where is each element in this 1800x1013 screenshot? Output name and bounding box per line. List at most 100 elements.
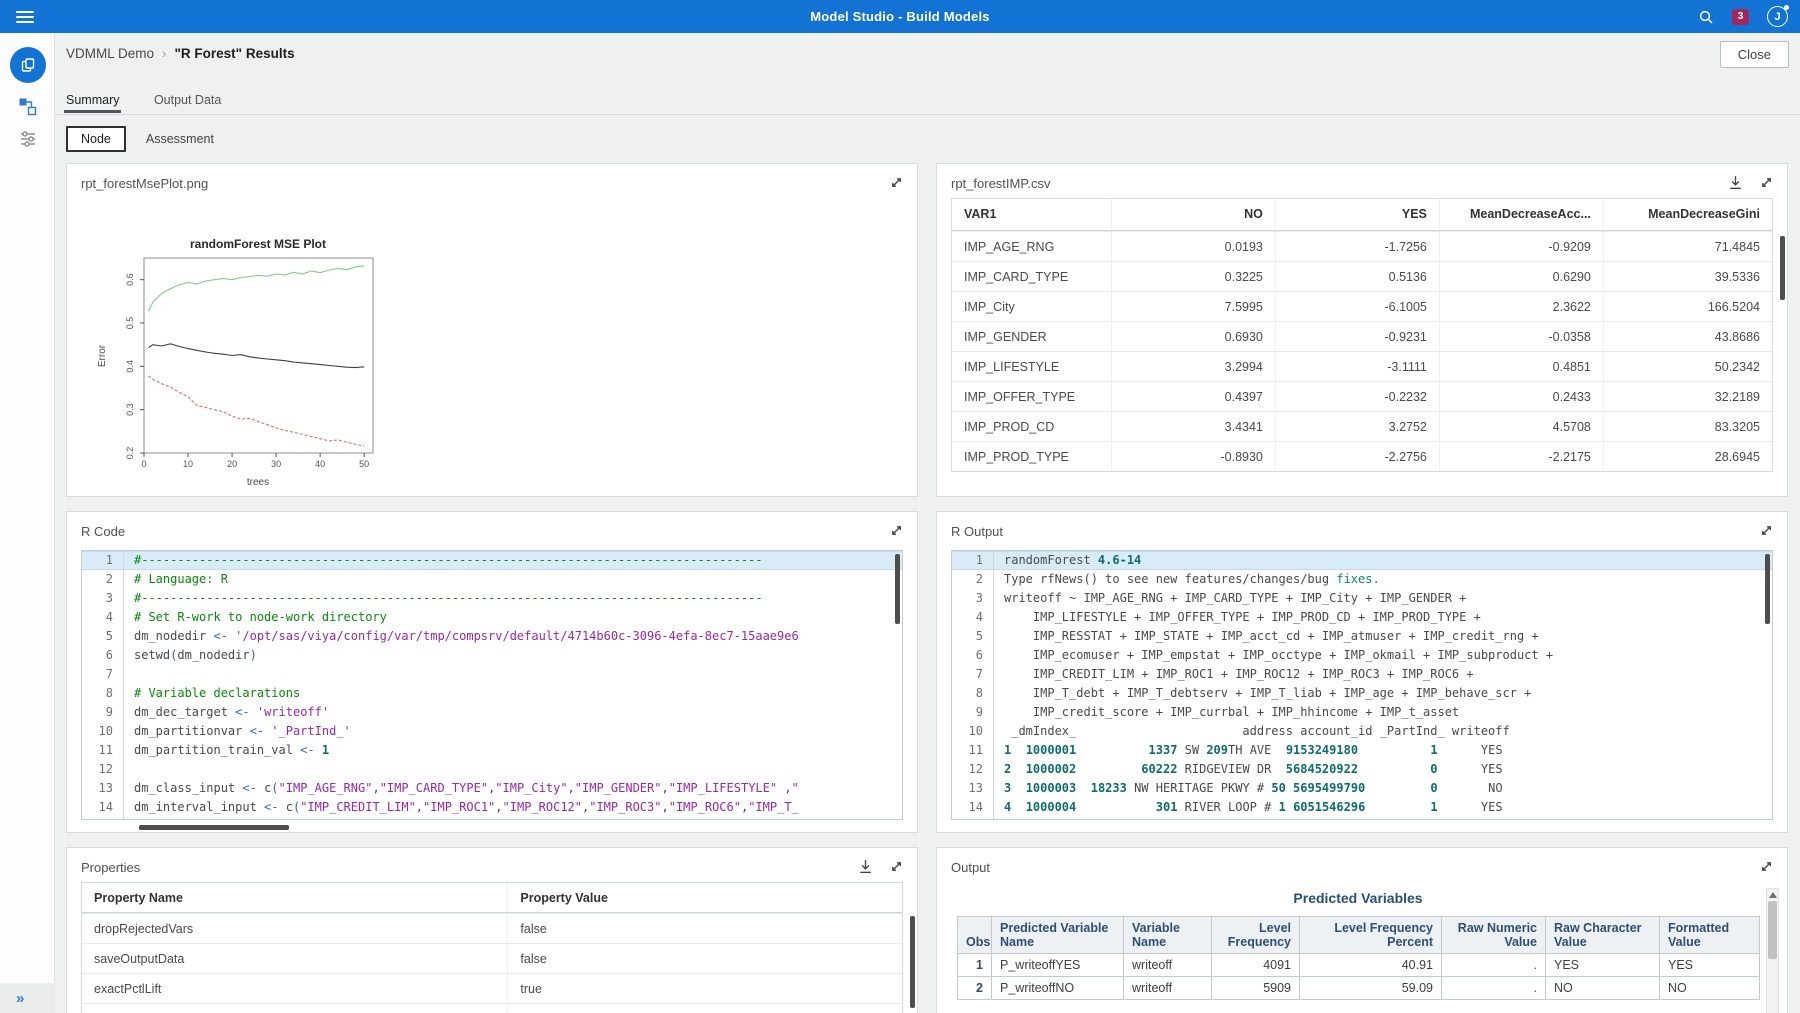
column-header[interactable]: Property Name (82, 883, 508, 912)
avatar-status-dot (1784, 5, 1789, 10)
code-segment: , (661, 800, 668, 814)
code-segment: writeoff ~ IMP_AGE_RNG + IMP_CARD_TYPE +… (1004, 591, 1466, 605)
download-icon[interactable] (857, 858, 874, 875)
output-table-row: 1P_writeoffYESwriteoff409140.91.YESYES (958, 954, 1760, 977)
table-cell: 3.2994 (1112, 352, 1276, 381)
code-segment: IMP_LIFESTYLE + IMP_OFFER_TYPE + IMP_PRO… (1004, 610, 1481, 624)
code-line: 13dm_class_input <- c("IMP_AGE_RNG","IMP… (82, 779, 902, 798)
code-segment: 18233 (1091, 781, 1127, 795)
code-line: 14dm_interval_input <- c("IMP_CREDIT_LIM… (82, 798, 902, 817)
code-segment: 60222 (1141, 762, 1177, 776)
tab-output-data[interactable]: Output Data (154, 88, 221, 112)
code-segment: RIVER LOOP # (1177, 800, 1278, 814)
subtab-node[interactable]: Node (66, 126, 126, 152)
output-header-row: ObsPredicted Variable NameVariable NameL… (958, 917, 1760, 954)
column-header[interactable]: NO (1112, 199, 1276, 230)
close-button[interactable]: Close (1720, 41, 1789, 68)
compare-sliders-icon (19, 130, 37, 148)
notifications-badge[interactable]: 3 (1732, 9, 1749, 25)
table-cell: -0.8930 (1112, 442, 1276, 471)
line-number: 13 (82, 779, 124, 798)
code-segment: "IMP_CARD_TYPE" (380, 781, 488, 795)
user-avatar[interactable]: J (1767, 6, 1788, 27)
line-number: 5 (82, 627, 124, 646)
svg-text:50: 50 (359, 459, 369, 469)
sidebar-item-data[interactable] (0, 47, 55, 83)
line-number: 11 (952, 741, 994, 760)
column-header[interactable]: VAR1 (952, 199, 1112, 230)
forest-imp-table: VAR1NOYESMeanDecreaseAcc...MeanDecreaseG… (951, 198, 1773, 472)
column-header[interactable]: MeanDecreaseAcc... (1440, 199, 1604, 230)
code-segment: 5695499790 (1293, 781, 1365, 795)
code-line: 4 IMP_LIFESTYLE + IMP_OFFER_TYPE + IMP_P… (952, 608, 1772, 627)
download-icon[interactable] (1727, 174, 1744, 191)
output-table-cell: NO (1660, 977, 1760, 1000)
column-header[interactable]: Property Value (508, 883, 902, 912)
table-cell: -1.7256 (1276, 232, 1440, 261)
table-cell: 0.6290 (1440, 262, 1604, 291)
code-line: 133 1000003 18233 NW HERITAGE PKWY # 50 … (952, 779, 1772, 798)
svg-text:40: 40 (315, 459, 325, 469)
search-icon[interactable] (1698, 9, 1714, 25)
sidebar-item-compare[interactable] (0, 130, 55, 148)
table-cell: -0.0358 (1440, 322, 1604, 351)
vertical-scrollbar-thumb[interactable] (1780, 236, 1785, 300)
expand-icon[interactable] (888, 174, 905, 191)
code-segment: 1000003 (1026, 781, 1077, 795)
expand-icon[interactable] (888, 522, 905, 539)
predicted-variables-table: ObsPredicted Variable NameVariable NameL… (957, 916, 1760, 1000)
code-segment: dm_partitionvar (134, 724, 250, 738)
output-scrollbar[interactable] (1766, 888, 1779, 1013)
code-text: # Variable declarations (124, 684, 300, 703)
code-segment (1011, 819, 1025, 820)
scroll-up-icon[interactable] (1769, 892, 1777, 898)
output-table-cell: NO (1546, 977, 1660, 1000)
code-segment: YES (1438, 800, 1503, 814)
code-text: IMP_LIFESTYLE + IMP_OFFER_TYPE + IMP_PRO… (994, 608, 1481, 627)
horizontal-scrollbar-thumb[interactable] (139, 825, 289, 830)
panel-properties: Properties Property NameProperty Valuedr… (66, 847, 918, 1013)
panel-title: R Code (81, 524, 125, 539)
line-number: 2 (82, 570, 124, 589)
code-segment: '_PartInd_' (271, 724, 350, 738)
plot-series-2 (148, 376, 364, 446)
code-line: 9 IMP_credit_score + IMP_currbal + IMP_h… (952, 703, 1772, 722)
svg-text:20: 20 (227, 459, 237, 469)
output-column-header: Predicted Variable Name (992, 917, 1124, 954)
rail-footer: » (0, 983, 55, 1013)
expand-icon[interactable] (1758, 174, 1775, 191)
code-line: 5 IMP_RESSTAT + IMP_STATE + IMP_acct_cd … (952, 627, 1772, 646)
table-row: IMP_CARD_TYPE0.32250.51360.629039.5336 (952, 261, 1772, 291)
vertical-scrollbar-thumb[interactable] (1765, 554, 1770, 624)
code-segment (1286, 781, 1293, 795)
vertical-scrollbar-thumb[interactable] (910, 916, 915, 1008)
vertical-scrollbar-thumb[interactable] (895, 554, 900, 624)
code-line: 3#--------------------------------------… (82, 589, 902, 608)
table-cell: -3.1111 (1276, 352, 1440, 381)
expand-icon[interactable] (1758, 522, 1775, 539)
code-line: 155 1000005 1040 TERRESA CT 1000430005 1… (952, 817, 1772, 820)
panel-forest-imp-csv: rpt_forestIMP.csv VAR1NOYESMeanDecreaseA… (936, 163, 1788, 497)
expand-icon[interactable] (888, 858, 905, 875)
expand-rail-icon[interactable]: » (16, 990, 24, 1007)
tab-summary[interactable]: Summary (66, 88, 119, 112)
expand-icon[interactable] (1758, 858, 1775, 875)
page-title: "R Forest" Results (175, 46, 295, 61)
subtab-assessment[interactable]: Assessment (146, 132, 214, 146)
sidebar-item-pipelines[interactable] (0, 97, 55, 116)
code-segment: dm_nodedir (134, 629, 213, 643)
vertical-scrollbar-thumb[interactable] (1768, 901, 1777, 959)
code-segment: <- (235, 705, 257, 719)
output-table-cell: writeoff (1124, 977, 1212, 1000)
code-line: 1randomForest 4.6-14 (952, 551, 1772, 570)
code-segment: , (416, 800, 423, 814)
code-segment: "IMP_LIFESTYLE" (669, 781, 785, 795)
table-row: IMP_PROD_CD3.43413.27524.570883.3205 (952, 411, 1772, 441)
table-row: IMP_GENDER0.6930-0.9231-0.035843.8686 (952, 321, 1772, 351)
column-header[interactable]: YES (1276, 199, 1440, 230)
code-segment: NO (1438, 781, 1503, 795)
breadcrumb-parent[interactable]: VDMML Demo (66, 46, 154, 61)
column-header[interactable]: MeanDecreaseGini (1604, 199, 1772, 230)
code-segment: , (661, 781, 668, 795)
code-line: 5dm_nodedir <- '/opt/sas/viya/config/var… (82, 627, 902, 646)
